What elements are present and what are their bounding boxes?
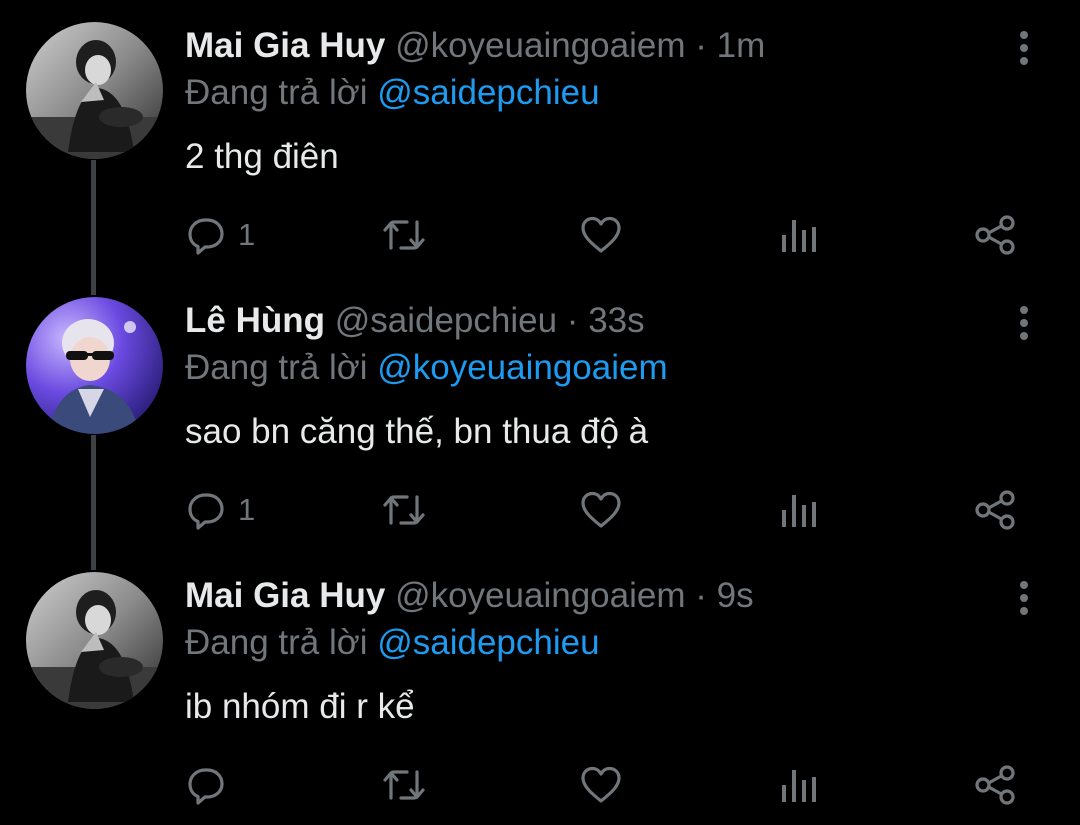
share-icon [975, 215, 1015, 255]
like-button[interactable] [580, 212, 622, 258]
replying-to-label: Đang trả lời [185, 623, 368, 662]
more-vertical-icon [1020, 31, 1028, 65]
separator-dot: · [695, 576, 707, 615]
display-name[interactable]: Lê Hùng [185, 301, 325, 340]
more-vertical-icon [1020, 581, 1028, 615]
like-button[interactable] [580, 487, 622, 533]
reply-button[interactable] [186, 762, 238, 808]
display-name[interactable]: Mai Gia Huy [185, 26, 385, 65]
replying-to: Đang trả lời @saidepchieu [185, 71, 600, 115]
views-button[interactable] [779, 487, 819, 533]
retweet-icon [383, 770, 425, 800]
user-handle[interactable]: @koyeuaingoaiem [395, 26, 685, 65]
timestamp[interactable]: 33s [588, 301, 644, 340]
tweet-text: ib nhóm đi r kể [185, 687, 415, 726]
retweet-button[interactable] [382, 762, 426, 808]
user-avatar-image [26, 297, 163, 434]
share-icon [975, 765, 1015, 805]
tweet-actions: 1 [0, 212, 1080, 262]
replying-to-handle[interactable]: @saidepchieu [377, 623, 599, 662]
more-options-button[interactable] [1008, 578, 1040, 618]
replying-to-handle[interactable]: @koyeuaingoaiem [377, 348, 667, 387]
tweet[interactable]: Mai Gia Huy @koyeuaingoaiem · 1m Đang tr… [0, 0, 1080, 275]
views-icon [782, 220, 816, 252]
more-options-button[interactable] [1008, 28, 1040, 68]
more-vertical-icon [1020, 306, 1028, 340]
more-options-button[interactable] [1008, 303, 1040, 343]
share-button[interactable] [974, 487, 1016, 533]
separator-dot: · [695, 26, 707, 65]
avatar[interactable] [26, 572, 163, 709]
reply-icon [188, 493, 224, 530]
tweet-actions: 1 [0, 487, 1080, 537]
display-name[interactable]: Mai Gia Huy [185, 576, 385, 615]
timestamp[interactable]: 9s [717, 576, 754, 615]
replying-to: Đang trả lời @koyeuaingoaiem [185, 346, 668, 390]
like-icon [581, 216, 621, 253]
like-icon [581, 766, 621, 803]
reply-button[interactable]: 1 [186, 212, 255, 258]
replying-to: Đang trả lời @saidepchieu [185, 621, 600, 665]
user-avatar-image [26, 572, 163, 709]
reply-count: 1 [238, 217, 256, 252]
like-icon [581, 491, 621, 528]
tweet[interactable]: Lê Hùng @saidepchieu · 33s Đang trả lời … [0, 275, 1080, 550]
tweet-text: 2 thg điên [185, 137, 339, 176]
share-button[interactable] [974, 762, 1016, 808]
views-button[interactable] [779, 212, 819, 258]
timestamp[interactable]: 1m [717, 26, 766, 65]
reply-thread: Mai Gia Huy @koyeuaingoaiem · 1m Đang tr… [0, 0, 1080, 818]
retweet-icon [383, 220, 425, 250]
separator-dot: · [566, 301, 579, 340]
user-handle[interactable]: @koyeuaingoaiem [395, 576, 685, 615]
views-icon [782, 495, 816, 527]
reply-count: 1 [238, 492, 256, 527]
reply-icon [188, 218, 224, 255]
retweet-icon [383, 495, 425, 525]
avatar[interactable] [26, 297, 163, 434]
user-handle[interactable]: @saidepchieu [335, 301, 557, 340]
tweet-header: Mai Gia Huy @koyeuaingoaiem · 1m [185, 24, 765, 68]
like-button[interactable] [580, 762, 622, 808]
views-icon [782, 770, 816, 802]
views-button[interactable] [779, 762, 819, 808]
avatar[interactable] [26, 22, 163, 159]
tweet-header: Lê Hùng @saidepchieu · 33s [185, 299, 645, 343]
replying-to-label: Đang trả lời [185, 348, 368, 387]
share-button[interactable] [974, 212, 1016, 258]
retweet-button[interactable] [382, 212, 426, 258]
tweet-header: Mai Gia Huy @koyeuaingoaiem · 9s [185, 574, 754, 618]
replying-to-handle[interactable]: @saidepchieu [377, 73, 599, 112]
retweet-button[interactable] [382, 487, 426, 533]
tweet-actions [0, 762, 1080, 812]
reply-button[interactable]: 1 [186, 487, 255, 533]
replying-to-label: Đang trả lời [185, 73, 368, 112]
tweet-text: sao bn căng thế, bn thua độ à [185, 412, 649, 451]
tweet[interactable]: Mai Gia Huy @koyeuaingoaiem · 9s Đang tr… [0, 550, 1080, 825]
user-avatar-image [26, 22, 163, 159]
share-icon [975, 490, 1015, 530]
reply-icon [188, 768, 224, 805]
